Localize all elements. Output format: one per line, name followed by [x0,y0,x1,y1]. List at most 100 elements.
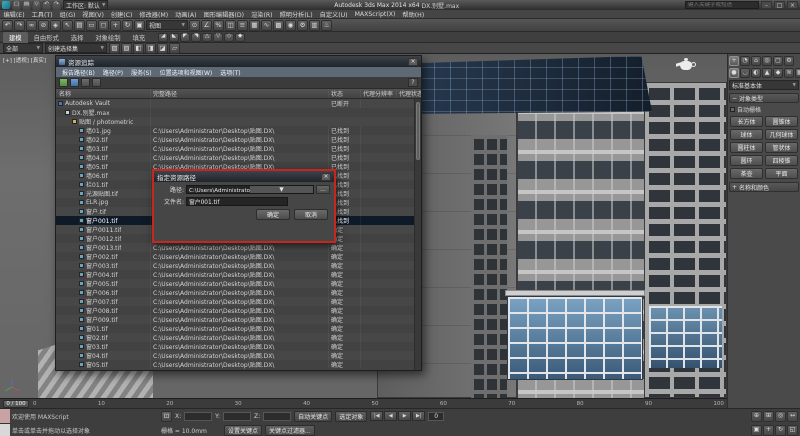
mirror-icon[interactable]: ◫ [225,20,236,31]
select-and-move-icon[interactable]: + [110,20,121,31]
undo-icon[interactable]: ↶ [2,20,13,31]
selected-objects-dropdown[interactable]: 选定对象 [335,411,367,422]
edit-poly-icon[interactable]: ◪ [157,43,168,54]
asset-filter-icon[interactable] [92,78,101,87]
y-coord-field[interactable] [223,412,251,421]
select-object-icon[interactable]: ↖ [62,20,73,31]
name-and-color-rollout[interactable]: + 名称和颜色 [729,182,799,192]
current-frame-field[interactable] [428,412,444,421]
listener-script-line[interactable] [0,424,10,436]
asset-dialog-menu-item[interactable]: 位置选项和视图(W) [156,68,217,77]
object-type-button[interactable]: 圆环 [730,155,763,166]
filename-input[interactable] [186,197,288,206]
object-type-button[interactable]: 球体 [730,129,763,140]
teapot-object[interactable] [676,57,696,71]
asset-dialog-menu-item[interactable]: 服务(S) [127,68,156,77]
asset-row[interactable]: 窗户003.tif C:\Users\Administrator\Desktop… [56,261,421,270]
menu-item[interactable]: 帮助(H) [399,10,428,19]
asset-row[interactable]: 墙04.tif C:\Users\Administrator\Desktop\贴… [56,153,421,162]
motion-tab-icon[interactable]: ◎ [762,56,772,66]
ribbon-polygon-tool-icon[interactable]: ◆ [235,33,245,42]
ribbon-tab[interactable]: 建模 [3,32,28,43]
geometry-category-icon[interactable]: ● [729,68,739,78]
object-type-button[interactable]: 茶壶 [730,168,763,179]
z-coord-field[interactable] [263,412,291,421]
asset-row[interactable]: 窗户008.tif C:\Users\Administrator\Desktop… [56,306,421,315]
rendered-frame-window-icon[interactable]: ▥ [309,20,320,31]
ribbon-polygon-tool-icon[interactable]: ◤ [180,33,190,42]
window-crossing-toggle-icon[interactable]: ◻ [98,20,109,31]
ribbon-polygon-tool-icon[interactable]: △ [202,33,212,42]
asset-row[interactable]: 窗01.tif C:\Users\Administrator\Desktop\贴… [56,324,421,333]
modify-tab-icon[interactable]: ◔ [740,56,750,66]
asset-row[interactable]: 墙02.tif C:\Users\Administrator\Desktop\贴… [56,135,421,144]
primitive-category-dropdown[interactable]: 标准基本体▼ [729,80,799,90]
track-bar[interactable]: 0 / 100 0102030405060708090100 [0,398,727,408]
reference-coordinate-dropdown[interactable]: 视图▼ [146,20,188,30]
angle-snap-icon[interactable]: ∠ [201,20,212,31]
field-of-view-icon[interactable]: ↔ [787,411,798,422]
viewport-label[interactable]: [+] [透视] [真实] [3,56,46,64]
set-key-button[interactable]: 设置关键点 [224,425,262,436]
spinner-snap-icon[interactable]: ◨ [145,43,156,54]
title-bar[interactable]: □▤▽↶↷ 工作区: 默认▼ Autodesk 3ds Max 2014 x64… [0,0,800,10]
save-file-icon[interactable]: ▽ [32,1,41,10]
shapes-category-icon[interactable]: ◡ [740,68,750,78]
bind-to-space-warp-icon[interactable]: ◈ [50,20,61,31]
hierarchy-tab-icon[interactable]: ⌂ [751,56,761,66]
workspace-dropdown[interactable]: 工作区: 默认▼ [63,0,108,10]
new-scene-icon[interactable]: □ [12,1,21,10]
help-search-input[interactable] [685,1,759,9]
ribbon-polygon-tool-icon[interactable]: ◣ [169,33,179,42]
object-type-button[interactable]: 圆锥体 [765,116,798,127]
help-icon[interactable]: ? [408,78,418,87]
path-dialog-title-bar[interactable]: 指定资源路径 × [154,171,334,182]
time-slider[interactable]: 0 / 100 [3,400,29,408]
autogrid-checkbox[interactable] [730,107,735,112]
listener-macro-line[interactable] [0,409,10,424]
3ds-max-logo-icon[interactable] [2,1,10,9]
zoom-extents-icon[interactable]: ◎ [775,411,786,422]
redo-icon[interactable]: ↷ [52,1,61,10]
swift-loop-icon[interactable]: ▱ [169,43,180,54]
undo-icon[interactable]: ↶ [42,1,51,10]
asset-row[interactable]: Autodesk Vault 已断开 [56,99,421,108]
go-to-end-button[interactable]: ▶| [412,411,425,421]
asset-row[interactable]: 窗户0013.tif C:\Users\Administrator\Deskto… [56,243,421,252]
menu-item[interactable]: MAXScript(X) [351,11,399,18]
path-combobox[interactable]: C:\Users\Administrator\Desktop\贴图.DX\资源贴… [186,185,314,194]
selection-filter-dropdown[interactable]: 全部▼ [3,43,43,53]
ribbon-tab[interactable]: 填充 [127,32,152,43]
snap-toggle-icon[interactable]: ◧ [133,43,144,54]
ribbon-tab[interactable]: 选择 [65,32,90,43]
asset-row[interactable]: 窗户004.tif C:\Users\Administrator\Desktop… [56,270,421,279]
render-production-icon[interactable]: ♨ [321,20,332,31]
asset-row[interactable]: 窗户002.tif C:\Users\Administrator\Desktop… [56,252,421,261]
helpers-category-icon[interactable]: ◆ [773,68,783,78]
object-type-button[interactable]: 四棱锥 [765,155,798,166]
object-type-rollout[interactable]: − 对象类型 [729,93,799,103]
asset-dialog-title-bar[interactable]: 资源追踪 × [56,56,421,67]
go-to-start-button[interactable]: |◀ [370,411,383,421]
ok-button[interactable]: 确定 [256,209,290,220]
asset-row[interactable]: 窗05.tif C:\Users\Administrator\Desktop\贴… [56,360,421,369]
close-button[interactable]: × [787,1,798,9]
asset-row[interactable]: 窗03.tif C:\Users\Administrator\Desktop\贴… [56,342,421,351]
maximize-viewport-toggle-icon[interactable]: ◱ [787,425,798,436]
object-type-button[interactable]: 几何球体 [765,129,798,140]
selection-lock-icon[interactable]: ⊡ [161,411,172,422]
asset-row[interactable]: 墙01.jpg C:\Users\Administrator\Desktop\贴… [56,126,421,135]
previous-frame-button[interactable]: ◀ [384,411,397,421]
x-coord-field[interactable] [184,412,212,421]
ribbon-polygon-tool-icon[interactable]: ◇ [224,33,234,42]
asset-row[interactable]: 窗户007.tif C:\Users\Administrator\Desktop… [56,297,421,306]
menu-item[interactable]: 创建(C) [107,10,136,19]
chevron-down-icon[interactable]: ▼ [250,186,313,193]
asset-dialog-menu-item[interactable]: 路径(P) [99,68,127,77]
asset-dialog-menu-item[interactable]: 报告路径(B) [58,68,99,77]
material-editor-icon[interactable]: ◉ [285,20,296,31]
select-and-link-icon[interactable]: ∞ [26,20,37,31]
isolate-selection-icon[interactable]: ▧ [109,43,120,54]
lights-category-icon[interactable]: ◐ [751,68,761,78]
cameras-category-icon[interactable]: ▲ [762,68,772,78]
